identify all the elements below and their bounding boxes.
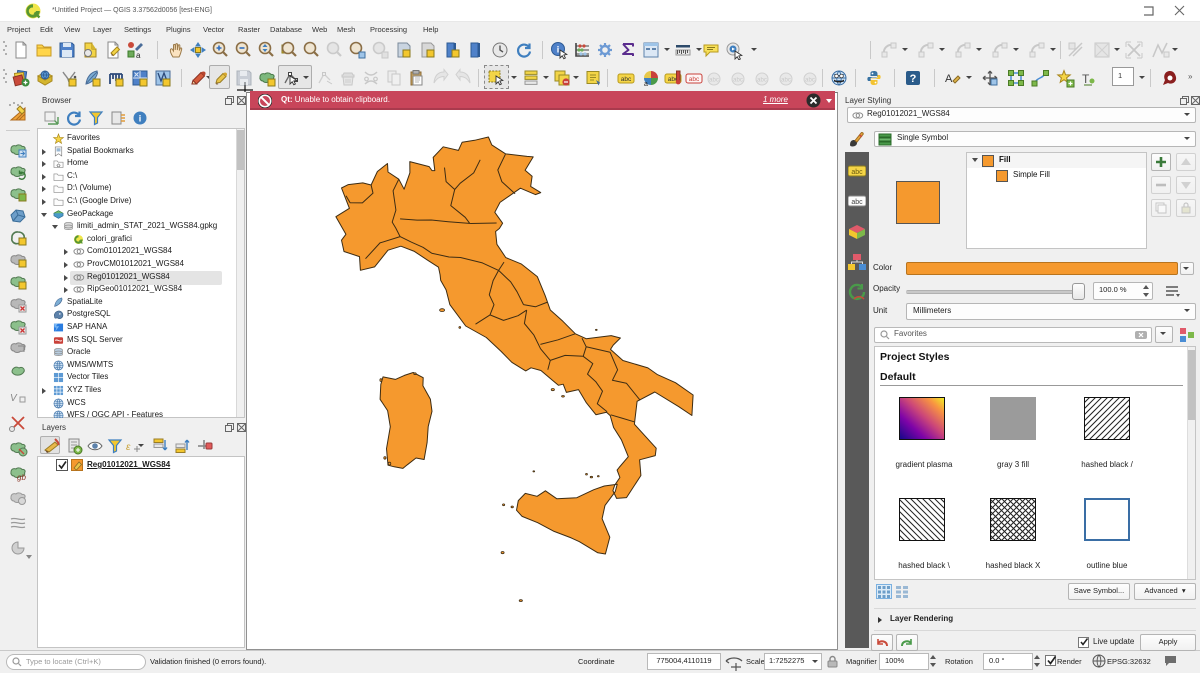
svg-text:abc: abc: [851, 169, 863, 176]
svg-text:ε: ε: [126, 442, 131, 453]
svg-text:i: i: [139, 114, 142, 124]
svg-text:abc: abc: [851, 199, 863, 206]
